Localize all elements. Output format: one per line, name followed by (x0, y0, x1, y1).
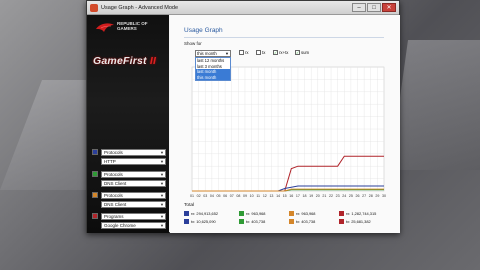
x-tick-label: 26 (356, 194, 360, 198)
x-tick-label: 18 (303, 194, 307, 198)
slot-item-select[interactable]: DNS Client ▼ (101, 200, 166, 208)
x-tick-label: 14 (276, 194, 280, 198)
page-title: Usage Graph (184, 27, 223, 34)
x-tick-label: 09 (243, 194, 247, 198)
legend-swatch (239, 219, 244, 224)
x-tick-label: 20 (316, 194, 320, 198)
total-rx-1: rx: 294,913,652 (184, 211, 218, 216)
slot-color-swatch[interactable] (92, 192, 98, 198)
x-tick-label: 11 (256, 194, 260, 198)
period-dropdown-list: last 12 months last 3 months last month … (195, 57, 231, 81)
x-tick-label: 15 (283, 194, 287, 198)
x-tick-label: 05 (216, 194, 220, 198)
x-tick-label: 03 (203, 194, 207, 198)
checkbox-sum[interactable]: ✓ sum (295, 50, 309, 55)
x-tick-label: 04 (210, 194, 214, 198)
slot-category-select[interactable]: Protocols ▼ (101, 170, 166, 178)
slot-category-select[interactable]: Protocols ▼ (101, 148, 166, 156)
checkbox-icon[interactable] (256, 50, 261, 55)
period-select[interactable]: this month ▼ (195, 50, 231, 57)
checkbox-rx[interactable]: rx (239, 50, 249, 55)
product-suffix: II (149, 55, 157, 67)
slot-category-select[interactable]: Programs ▼ (101, 212, 166, 220)
rog-eye-logo-icon (96, 23, 114, 32)
x-tick-label: 13 (269, 194, 273, 198)
legend-swatch (289, 219, 294, 224)
checkbox-tx[interactable]: tx (256, 50, 265, 55)
background-shape-right (390, 40, 480, 170)
heading-divider (184, 37, 384, 38)
legend-swatch (184, 211, 189, 216)
slot-3: Protocols ▼ DNS Client ▼ (92, 191, 166, 209)
slot-color-swatch[interactable] (92, 171, 98, 177)
total-rx-4: rx: 1,282,744,315 (339, 211, 376, 216)
slot-2: Protocols ▼ DNS Client ▼ (92, 170, 166, 188)
x-tick-label: 08 (236, 194, 240, 198)
app-icon (90, 3, 98, 12)
period-option[interactable]: this month (196, 74, 230, 80)
checkbox-checked-icon[interactable]: ✓ (295, 50, 300, 55)
x-tick-label: 28 (369, 194, 373, 198)
x-tick-label: 17 (296, 194, 300, 198)
slot-item-select[interactable]: DNS Client ▼ (101, 179, 166, 187)
total-tx-2: tx: 403,738 (239, 219, 265, 224)
legend-swatch (239, 211, 244, 216)
close-button[interactable]: ✕ (382, 3, 396, 12)
main-panel: Usage Graph Show for this month ▼ last 12… (170, 15, 400, 233)
x-tick-label: 16 (289, 194, 293, 198)
checkbox-checked-icon[interactable]: ✓ (273, 50, 278, 55)
total-tx-4: tx: 25,681,382 (339, 219, 371, 224)
total-tx-3: tx: 403,738 (289, 219, 315, 224)
x-tick-label: 19 (309, 194, 313, 198)
slot-4: Programs ▼ Google Chrome ▼ (92, 212, 166, 230)
usage-line-chart: 01 02 03 04 05 06 07 08 09 10 11 12 13 14 15 16 17 18 19 20… (190, 66, 386, 198)
x-tick-label: 10 (250, 194, 254, 198)
legend-swatch (339, 219, 344, 224)
x-tick-label: 30 (382, 194, 386, 198)
slot-color-swatch[interactable] (92, 213, 98, 219)
x-tick-label: 22 (329, 194, 333, 198)
x-tick-label: 12 (263, 194, 267, 198)
brand-line2: GAMERS (117, 26, 137, 31)
maximize-button[interactable]: □ (367, 3, 381, 12)
product-name: GameFirst (93, 55, 147, 67)
product-logo: GameFirst II (93, 55, 156, 67)
checkbox-icon[interactable] (239, 50, 244, 55)
legend-swatch (184, 219, 189, 224)
x-tick-label: 29 (375, 194, 379, 198)
legend-swatch (289, 211, 294, 216)
slot-item-select[interactable]: Google Chrome ▼ (101, 221, 166, 229)
x-tick-label: 24 (342, 194, 346, 198)
x-tick-label: 07 (230, 194, 234, 198)
total-label: Total (184, 203, 195, 208)
title-bar[interactable]: Usage Graph - Advanced Mode – □ ✕ (87, 1, 399, 15)
slot-category-select[interactable]: Protocols ▼ (101, 191, 166, 199)
show-for-label: Show for (184, 41, 202, 46)
window-title: Usage Graph - Advanced Mode (101, 4, 179, 11)
x-tick-label: 23 (336, 194, 340, 198)
slot-item-select[interactable]: HTTP ▼ (101, 157, 166, 165)
slot-color-swatch[interactable] (92, 149, 98, 155)
x-tick-label: 21 (322, 194, 326, 198)
total-rx-3: rx: 963,968 (289, 211, 315, 216)
checkbox-rx-tx[interactable]: ✓ rx+tx (273, 50, 288, 55)
total-tx-1: tx: 10,625,090 (184, 219, 216, 224)
x-tick-label: 27 (362, 194, 366, 198)
x-tick-label: 06 (223, 194, 227, 198)
x-tick-label: 25 (349, 194, 353, 198)
usage-graph-window: Usage Graph - Advanced Mode – □ ✕ REPUBL… (86, 0, 400, 233)
slot-1: Protocols ▼ HTTP ▼ (92, 148, 166, 166)
x-tick-label: 01 (190, 194, 194, 198)
minimize-button[interactable]: – (352, 3, 366, 12)
legend-swatch (339, 211, 344, 216)
x-tick-label: 02 (197, 194, 201, 198)
left-panel: REPUBLIC OF GAMERS GameFirst II Protocol… (87, 15, 169, 233)
total-rx-2: rx: 963,968 (239, 211, 265, 216)
